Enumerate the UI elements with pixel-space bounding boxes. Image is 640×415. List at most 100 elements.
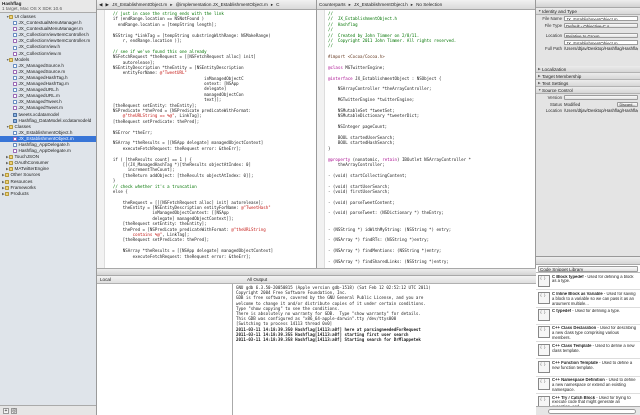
code-token: JX_EstablishmentObject : NSObject { <box>352 75 442 81</box>
file-icon <box>13 100 17 105</box>
code-token: MGTwitterEngine; <box>342 64 385 70</box>
library-selector-popup[interactable]: Code Snippet Library <box>538 266 638 272</box>
code-token: incrementTheCount]; <box>108 167 175 173</box>
utilities-area: ▼ Identity and Type File Name JX_Establish… <box>536 0 640 415</box>
file-icon <box>13 136 17 141</box>
code-token: [theRequest setPredicate: thePred]; <box>108 237 210 243</box>
code-token: text]]; <box>108 97 222 103</box>
variables-view[interactable] <box>97 284 233 415</box>
code-token: executeFetchRequest: theRequest error: &… <box>108 253 251 259</box>
variables-scope-popup[interactable]: Local <box>100 277 111 282</box>
jump-bar-item[interactable]: Counterparts <box>319 2 346 7</box>
snippet-item[interactable]: { } C++ Function Template - Used to defin… <box>536 359 640 377</box>
inspector-section-header[interactable]: ▼ Source Control <box>536 87 640 94</box>
file-icon <box>13 21 17 26</box>
field-label: Location <box>545 33 562 38</box>
section-title: Text Settings <box>542 80 569 86</box>
section-title: Identity and Type <box>542 8 577 14</box>
snippet-text: C++ Function Template - Used to define a… <box>552 361 638 374</box>
snippet-text: C++ Class Template - Used to define a ne… <box>552 344 638 357</box>
jump-bar-item[interactable]: ▸ <box>349 2 351 8</box>
folder-icon <box>5 173 9 178</box>
xcode-window: Hashflag 1 target, Mac OS X SDK 10.6 ▼ UI… <box>0 0 640 415</box>
editor-gutter[interactable] <box>97 10 105 268</box>
snippet-icon: { } <box>538 326 550 339</box>
code-token: - (NSString *) idWithMyString: (NSString… <box>328 226 452 232</box>
source-location-row: Location/Users/dtjav/Desktop/Hashflag/Ha… <box>536 108 640 128</box>
snippet-text: C Block typedef - Used for defining a bl… <box>552 275 638 288</box>
jump-bar-item[interactable]: ▸ <box>411 2 413 8</box>
file-type-row: File Type Default - Objective-C s... <box>536 22 640 29</box>
discard-button[interactable]: Discard... <box>616 102 638 107</box>
location-path-field[interactable]: JX_EstablishmentObject.m <box>564 39 638 46</box>
field-label: File Name <box>542 16 562 21</box>
version-popup[interactable] <box>564 94 638 101</box>
library-tabs[interactable] <box>536 257 640 265</box>
section-title: Localization <box>542 66 567 72</box>
library-search-field[interactable] <box>548 408 636 414</box>
file-type-popup[interactable]: Default - Objective-C s... <box>564 22 638 29</box>
library-selector-row: Code Snippet Library <box>536 265 640 273</box>
disclosure-icon: ▼ <box>538 8 542 13</box>
editor-gutter[interactable] <box>317 10 325 268</box>
code-area-assistant[interactable]: //// JX_EstablishmentObject.h// Hashflag… <box>328 11 532 268</box>
snippet-item[interactable]: { } C++ Namespace Definition - Used to de… <box>536 377 640 395</box>
full-path-text: /Users/dtjav/Desktop/Hashflag/Hashflag/J… <box>564 46 638 51</box>
snippet-item[interactable]: { } C typedef - Used for defining a type. <box>536 308 640 325</box>
jump-bar-item[interactable]: C <box>276 2 279 7</box>
file-name-field[interactable]: JX_EstablishmentObject.m <box>564 15 638 22</box>
code-token: theArrayController; <box>328 161 385 167</box>
snippet-item[interactable]: { } C Inline Block as Variable - Used for… <box>536 290 640 308</box>
file-icon <box>13 45 17 50</box>
location-row: Location Relative to Group <box>536 32 640 39</box>
code-token: - (void) parseTweet: (NSDictionary *) th… <box>328 210 444 216</box>
status-value: Modified <box>564 102 581 107</box>
jump-bar-item[interactable]: No Selection <box>416 2 442 7</box>
jump-bar-item[interactable]: @implementation JX_EstablishmentObject.m <box>176 2 268 7</box>
file-icon <box>13 82 17 87</box>
code-token: executeFetchRequest: theRequest error: &… <box>108 145 242 151</box>
file-icon <box>13 51 17 56</box>
code-token: [[(JX_ManagedHashTag *)[theResults objec… <box>108 161 251 167</box>
jump-bar-primary[interactable]: ◀ ▶ JX_EstablishmentObject.m ▸ @implementati… <box>97 0 316 10</box>
jump-bar-item[interactable]: ▸ <box>271 2 273 8</box>
jump-bar-item[interactable]: ▸ <box>170 2 172 8</box>
identity-section-header[interactable]: ▼ Identity and Type <box>536 8 640 15</box>
code-token: if ( [theResults count] == 1 ) { <box>108 156 192 162</box>
location-popup[interactable]: Relative to Group <box>564 32 638 39</box>
code-area-primary[interactable]: // just in case the string ends with the… <box>108 11 313 268</box>
code-token: NSMutableDictionary *tweeterDict; <box>328 113 420 119</box>
snippet-item[interactable]: { } C++ Class Declaration - Used for desc… <box>536 325 640 343</box>
jump-bar-item[interactable]: ◀ <box>99 2 103 8</box>
jump-bar-item[interactable]: ▶ <box>106 2 110 8</box>
folder-icon <box>9 57 13 62</box>
code-token: - (void) parseTweetContent; <box>328 199 395 205</box>
jump-bar-assistant[interactable]: Counterparts ▸ JX_EstablishmentObject.h ▸ No… <box>317 0 535 10</box>
code-token: @interface <box>328 75 353 81</box>
code-token: NSArrayController *theArrayController; <box>328 86 432 92</box>
file-name-row: File Name JX_EstablishmentObject.m <box>536 15 640 22</box>
tree-row[interactable]: ▶ Products <box>0 191 96 197</box>
console-output-popup[interactable]: All Output <box>247 277 267 282</box>
code-token: autorelease]; <box>108 59 155 65</box>
code-token: NSMutableSet *tweetSet; <box>328 108 395 114</box>
code-token: ) IBOutlet NSArrayController * <box>397 156 471 162</box>
code-token: // Copyright 2011 John Timmer. All right… <box>328 37 457 43</box>
console-output[interactable]: GNU gdb 6.3.50-20050815 (Apple version g… <box>233 284 536 415</box>
file-icon <box>13 149 17 154</box>
code-token: [theRequest setPredicate: thePred]; <box>108 118 200 124</box>
disclosure-icon: ▶ <box>538 66 541 71</box>
filter-icon[interactable]: ◎ <box>11 408 17 414</box>
snippet-item[interactable]: { } C++ Class Template - Used to define a… <box>536 342 640 360</box>
code-token: , LinkTag]; <box>174 113 202 119</box>
file-icon <box>13 88 17 93</box>
file-icon <box>13 63 17 68</box>
jump-bar-item[interactable]: JX_EstablishmentObject.m <box>112 2 167 7</box>
code-token: NSFetchRequest *theRequest = [[NSFetchRe… <box>108 54 256 60</box>
project-subtitle: 1 target, Mac OS X SDK 10.6 <box>2 6 63 11</box>
snippet-item[interactable]: { } C Block typedef - Used for defining a… <box>536 273 640 291</box>
project-header[interactable]: Hashflag 1 target, Mac OS X SDK 10.6 <box>0 0 96 13</box>
file-icon <box>13 94 17 99</box>
add-icon[interactable]: + <box>3 408 9 414</box>
jump-bar-item[interactable]: JX_EstablishmentObject.h <box>354 2 408 7</box>
